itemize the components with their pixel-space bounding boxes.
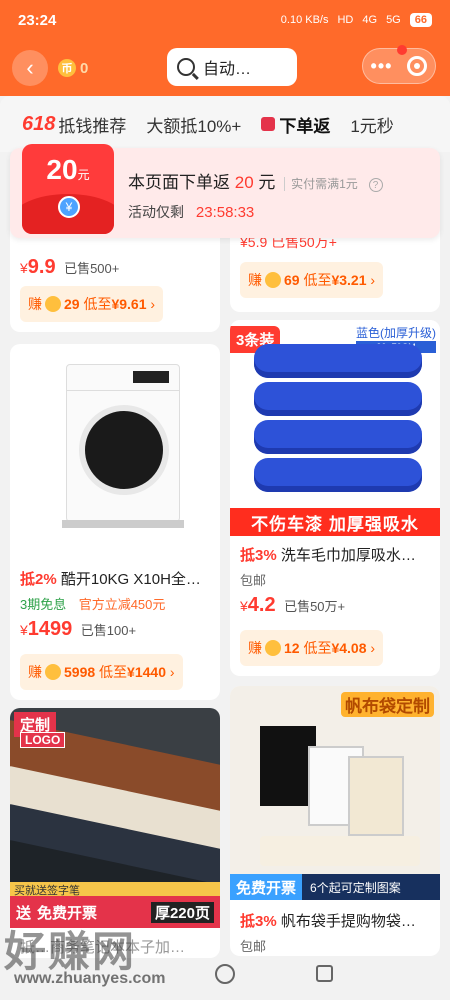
signal-5g-icon: 5G (386, 14, 401, 26)
coin-icon (45, 664, 61, 680)
home-nav-button[interactable] (215, 964, 235, 984)
product-card-bag[interactable]: 帆布袋定制 免费开票 6个起可定制图案 抵3% 帆布袋手提购物袋… 包邮 (230, 686, 440, 956)
promo-text: 官方立减450元 (78, 597, 166, 612)
image-title: 帆布袋定制 (341, 692, 434, 717)
sold-count: 已售100+ (80, 623, 137, 638)
sold-count: 已售500+ (64, 261, 120, 276)
earn-button[interactable]: 赚 69 低至 ¥3.21 › (240, 262, 384, 298)
red-envelope-icon: 20元 ¥ (22, 144, 114, 234)
shipping-label: 包邮 (240, 573, 267, 588)
hd-icon: HD (337, 14, 354, 26)
image-banner: 免费开票 6个起可定制图案 (230, 874, 440, 900)
chevron-left-icon: ‹ (26, 55, 34, 80)
app-header: ‹ 币 0 自动… ••• (0, 40, 450, 96)
more-button[interactable]: ••• (371, 56, 393, 77)
product-image (10, 344, 220, 554)
network-speed: 0.10 KB/s (280, 14, 329, 26)
earn-button[interactable]: 赚 12 低至 ¥4.08 › (240, 630, 384, 666)
tab-label: 大额抵10%+ (146, 116, 242, 136)
coin-icon (45, 296, 61, 312)
logo-618: 618 (22, 112, 56, 135)
tab-one-yuan[interactable]: 1元秒 (350, 112, 393, 137)
product-image: 3条装 蓝色(加厚升级) 30×70CM 不伤车漆 加厚强吸水 (230, 320, 440, 536)
product-title: 抵2% 酷开10KG X10H全… (20, 571, 201, 588)
product-image: 定制 LOGO 买就送签字笔 送 免费开票 厚220页 (10, 708, 220, 928)
help-icon[interactable]: ? (368, 178, 383, 192)
product-title: 抵3% 洗车毛巾加厚吸水… (240, 547, 416, 564)
status-icons: 0.10 KB/s HD 4G 5G 66 (281, 13, 432, 27)
recents-nav-button[interactable] (316, 965, 333, 982)
watermark-logo: 好赚网 www.zhuanyes.com (4, 928, 166, 987)
countdown: 活动仅剩 23:58:33 (128, 204, 255, 221)
tab-label: 1元秒 (350, 116, 394, 136)
product-title: 抵3% 帆布袋手提购物袋… (240, 913, 416, 930)
price: ¥4.2 (240, 594, 276, 616)
status-bar: 23:24 0.10 KB/s HD 4G 5G 66 (0, 0, 450, 40)
coin-icon (265, 272, 281, 288)
price: ¥1499 (20, 618, 73, 640)
rebate-banner[interactable]: 20元 ¥ 本页面下单返 20 元 实付需满1元 ? 活动仅剩 23:58:33 (10, 144, 440, 238)
tab-label: 下单返 (279, 116, 331, 136)
installment-badge: 3期免息 (20, 597, 67, 612)
status-time: 23:24 (18, 11, 57, 29)
battery-icon: 66 (409, 13, 432, 27)
close-target-button[interactable] (407, 56, 428, 76)
signal-4g-icon: 4G (362, 14, 378, 26)
mini-program-capsule: ••• (362, 45, 436, 84)
image-banner: 不伤车漆 加厚强吸水 (230, 508, 440, 536)
earn-button[interactable]: 赚 29 低至 ¥9.61 › (20, 286, 164, 322)
shipping-label: 包邮 (240, 939, 267, 954)
product-image: 帆布袋定制 免费开票 6个起可定制图案 (230, 686, 440, 900)
tab-618[interactable]: 618 抵钱推荐 (22, 112, 126, 137)
coin-icon (265, 640, 281, 656)
search-icon (177, 58, 195, 76)
coin-icon: 币 (58, 59, 76, 77)
product-card-washer[interactable]: 抵2% 酷开10KG X10H全… 3期免息 官方立减450元 ¥1499 已售… (10, 344, 220, 700)
price: ¥9.9 (20, 256, 56, 278)
coin-count: 0 (80, 59, 89, 77)
search-text: 自动… (203, 61, 252, 78)
shopping-bag-icon (261, 117, 276, 131)
tab-big-discount[interactable]: 大额抵10%+ (146, 112, 241, 137)
tab-label: 抵钱推荐 (58, 116, 127, 136)
search-box[interactable]: 自动… (167, 48, 297, 86)
coin-balance[interactable]: 币 0 (58, 59, 88, 77)
sold-count: 已售50万+ (284, 599, 346, 614)
gift-note: 买就送签字笔 (10, 882, 220, 897)
logo-tag: LOGO (20, 732, 66, 748)
product-card-towel[interactable]: 3条装 蓝色(加厚升级) 30×70CM 不伤车漆 加厚强吸水 抵3% 洗车毛巾… (230, 320, 440, 676)
tab-order-rebate[interactable]: 下单返 (261, 112, 330, 137)
notification-dot (397, 45, 407, 55)
back-button[interactable]: ‹ (12, 50, 48, 86)
earn-button[interactable]: 赚 5998 低至 ¥1440 › (20, 654, 183, 690)
rebate-text: 本页面下单返 20 元 实付需满1元 ? (128, 168, 383, 193)
